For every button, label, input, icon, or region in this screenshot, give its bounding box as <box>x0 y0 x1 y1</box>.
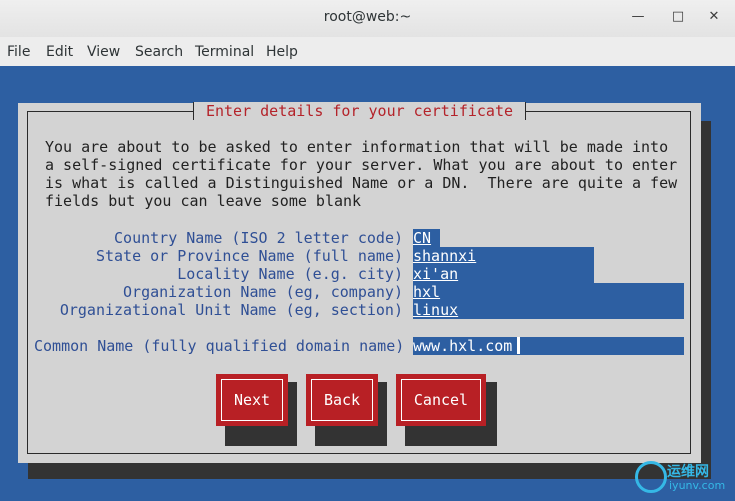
state-name-label: State or Province Name (full name) <box>95 247 403 265</box>
watermark-circle-icon <box>635 461 667 493</box>
text-cursor <box>517 337 520 354</box>
locality-name-label: Locality Name (e.g. city) <box>177 265 403 283</box>
organization-name-value: hxl <box>413 283 441 301</box>
watermark-logo: 运维网 iyunv.com <box>633 461 729 497</box>
menu-help[interactable]: Help <box>266 44 298 60</box>
menu-bar: File Edit View Search Terminal Help <box>0 37 735 67</box>
menu-search[interactable]: Search <box>135 44 183 60</box>
organization-name-label: Organization Name (eg, company) <box>123 283 403 301</box>
organizational-unit-value: linux <box>413 301 459 319</box>
next-button-label: Next <box>221 379 283 421</box>
next-button[interactable]: Next <box>216 374 288 426</box>
watermark-title: 运维网 <box>667 464 709 480</box>
state-name-field[interactable]: shannxi <box>413 247 594 265</box>
country-name-label: Country Name (ISO 2 letter code) <box>114 229 403 247</box>
description-line: fields but you can leave some blank <box>45 192 362 210</box>
window-titlebar: root@web:~ — □ ✕ <box>0 0 735 38</box>
back-button[interactable]: Back <box>306 374 378 426</box>
close-icon[interactable]: ✕ <box>706 9 722 25</box>
locality-name-field[interactable]: xi'an <box>413 265 594 283</box>
minimize-icon[interactable]: — <box>630 9 646 25</box>
menu-file[interactable]: File <box>7 44 30 60</box>
cancel-button-label: Cancel <box>401 379 481 421</box>
dialog-title: Enter details for your certificate <box>193 102 526 120</box>
state-name-value: shannxi <box>413 247 477 265</box>
menu-edit[interactable]: Edit <box>46 44 73 60</box>
description-line: is what is called a Distinguished Name o… <box>45 174 678 192</box>
description-line: a self-signed certificate for your serve… <box>45 156 678 174</box>
locality-name-value: xi'an <box>413 265 459 283</box>
dialog-shadow-bottom <box>28 463 711 479</box>
organization-name-field[interactable]: hxl <box>413 283 684 301</box>
maximize-icon[interactable]: □ <box>670 9 686 25</box>
back-button-label: Back <box>311 379 373 421</box>
cancel-button[interactable]: Cancel <box>396 374 486 426</box>
dialog-shadow-right <box>701 121 711 479</box>
window-title: root@web:~ <box>323 9 412 25</box>
common-name-label: Common Name (fully qualified domain name… <box>34 337 405 355</box>
country-name-value: CN <box>413 229 432 247</box>
common-name-field[interactable]: www.hxl.com <box>413 337 684 355</box>
dialog-description: You are about to be asked to enter infor… <box>45 138 677 210</box>
watermark-subtitle: iyunv.com <box>669 479 726 492</box>
description-line: You are about to be asked to enter infor… <box>45 138 669 156</box>
organizational-unit-label: Organizational Unit Name (eg, section) <box>59 301 403 319</box>
menu-view[interactable]: View <box>87 44 120 60</box>
organizational-unit-field[interactable]: linux <box>413 301 684 319</box>
country-name-field[interactable]: CN <box>413 229 440 247</box>
common-name-value: www.hxl.com <box>413 337 513 355</box>
menu-terminal[interactable]: Terminal <box>195 44 254 60</box>
